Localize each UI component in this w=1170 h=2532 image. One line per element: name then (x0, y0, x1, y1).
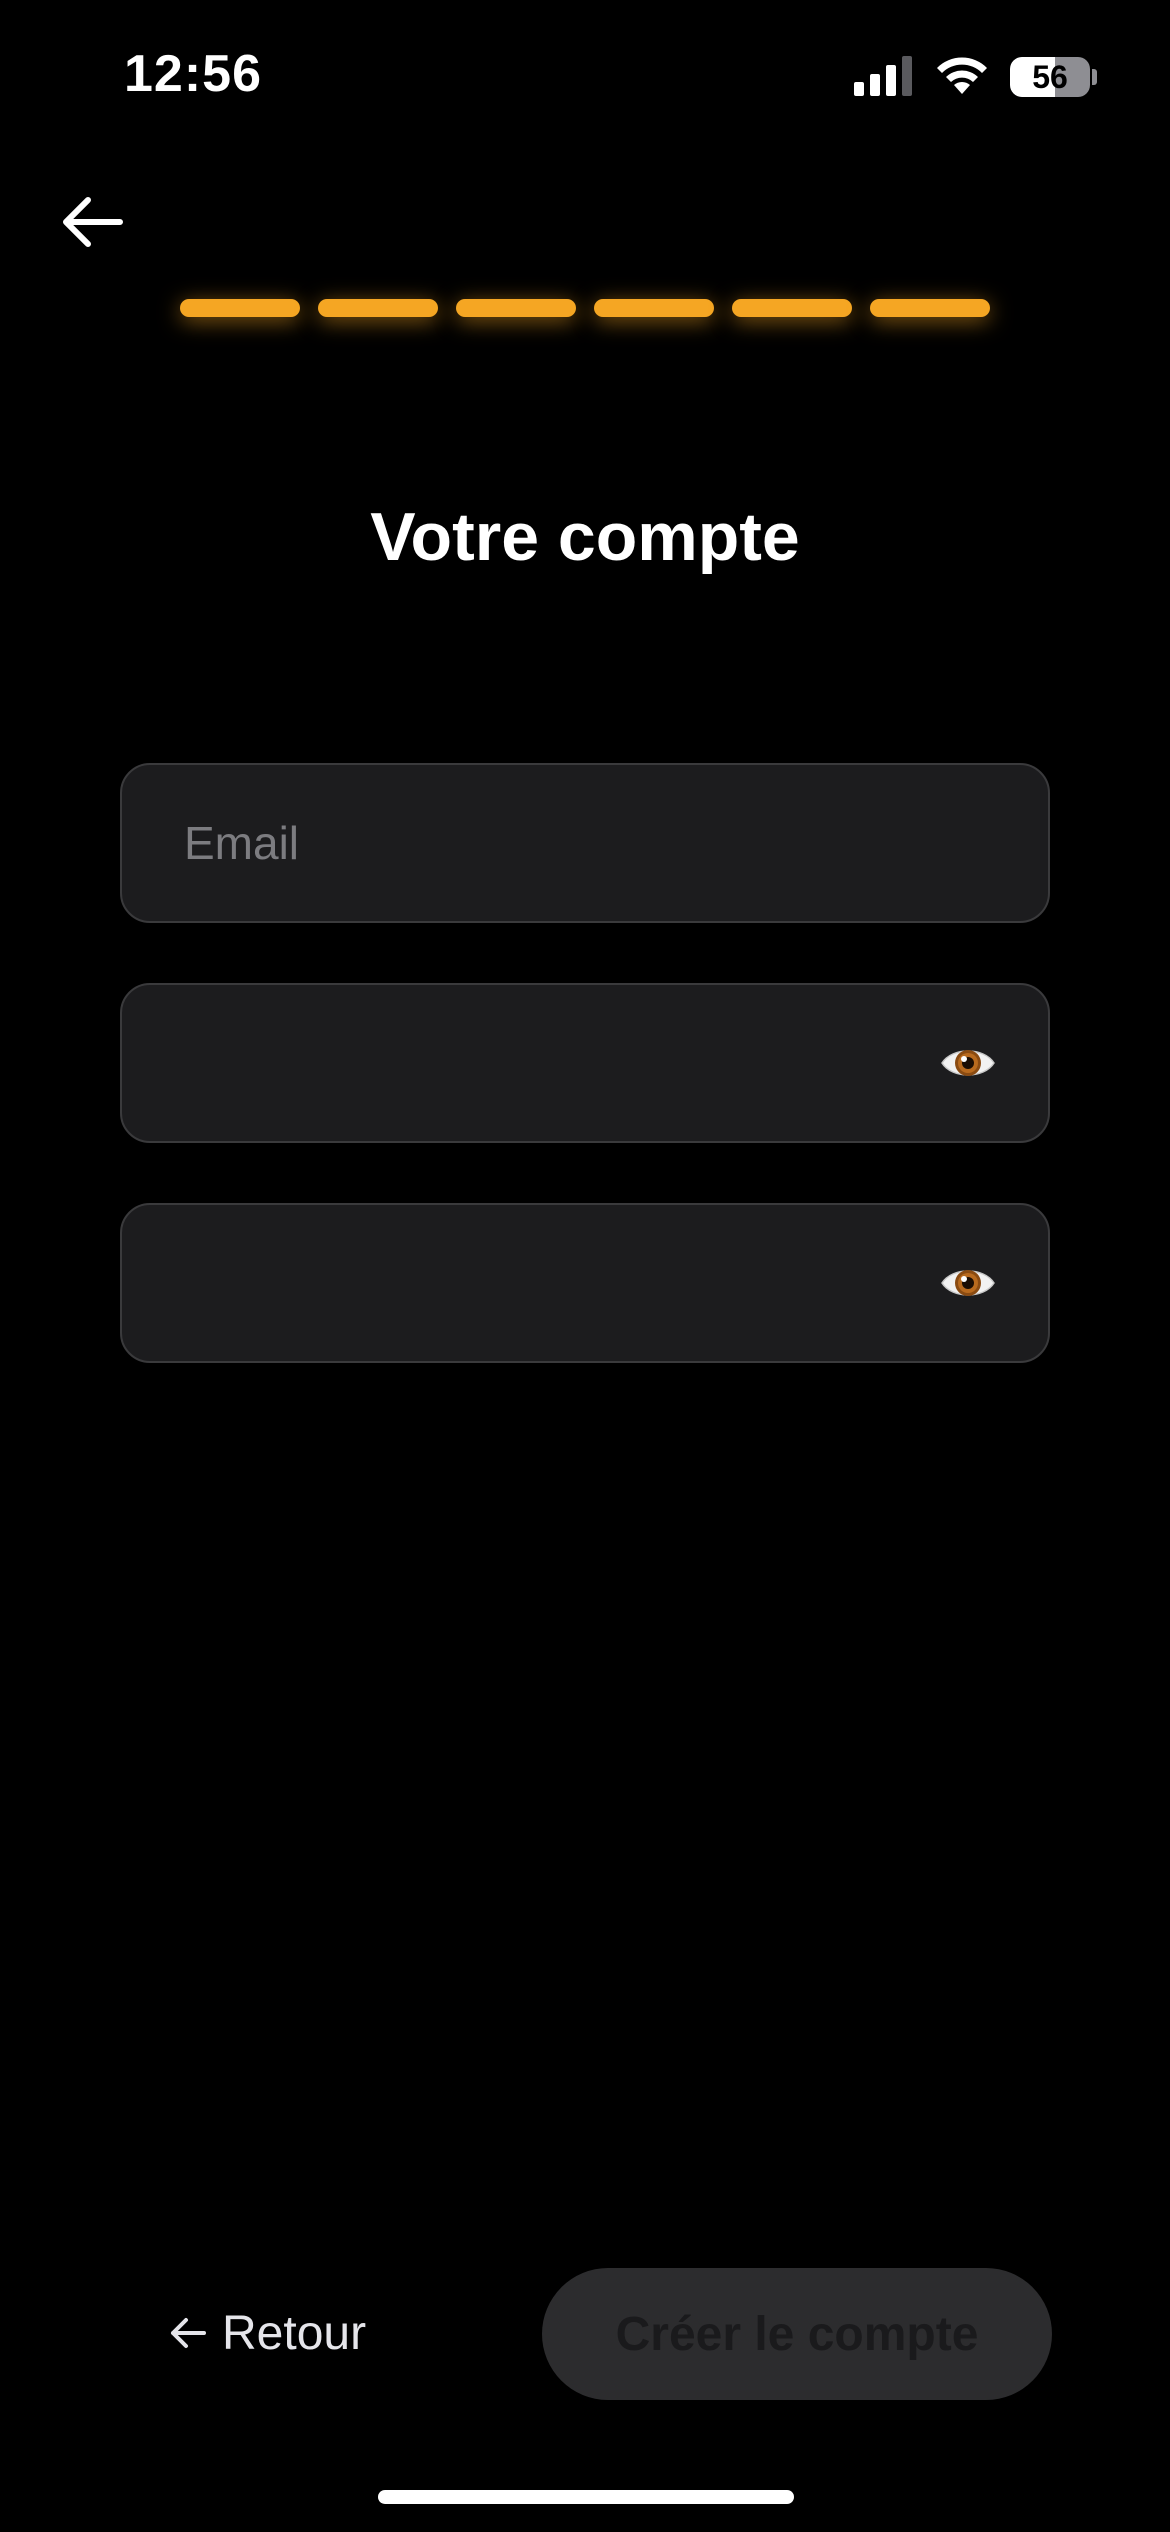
confirm-password-input[interactable] (184, 1205, 944, 1361)
battery-tip (1092, 69, 1097, 85)
password-field[interactable] (120, 983, 1050, 1143)
arrow-left-icon (171, 2318, 206, 2348)
progress-step (594, 299, 714, 317)
status-bar: 12:56 56 (0, 0, 1170, 150)
eye-icon[interactable] (940, 1255, 996, 1311)
eye-icon[interactable] (940, 1035, 996, 1091)
progress-steps (180, 299, 990, 319)
wifi-icon (937, 57, 987, 94)
confirm-password-field[interactable] (120, 1203, 1050, 1363)
battery-level: 56 (1032, 59, 1068, 95)
back-arrow-icon[interactable] (58, 192, 126, 252)
cellular-signal-icon (854, 56, 912, 96)
create-account-button[interactable]: Créer le compte (542, 2268, 1052, 2400)
page-title: Votre compte (370, 499, 800, 575)
status-time: 12:56 (124, 45, 262, 103)
email-input[interactable] (184, 765, 944, 921)
progress-step (732, 299, 852, 317)
battery-indicator: 56 (1010, 57, 1090, 97)
password-input[interactable] (184, 985, 944, 1141)
progress-step (870, 299, 990, 317)
progress-step (180, 299, 300, 317)
home-indicator[interactable] (378, 2490, 794, 2504)
retour-label: Retour (222, 2306, 367, 2360)
progress-step (318, 299, 438, 317)
email-field[interactable] (120, 763, 1050, 923)
retour-link[interactable]: Retour (168, 2298, 366, 2368)
progress-step (456, 299, 576, 317)
